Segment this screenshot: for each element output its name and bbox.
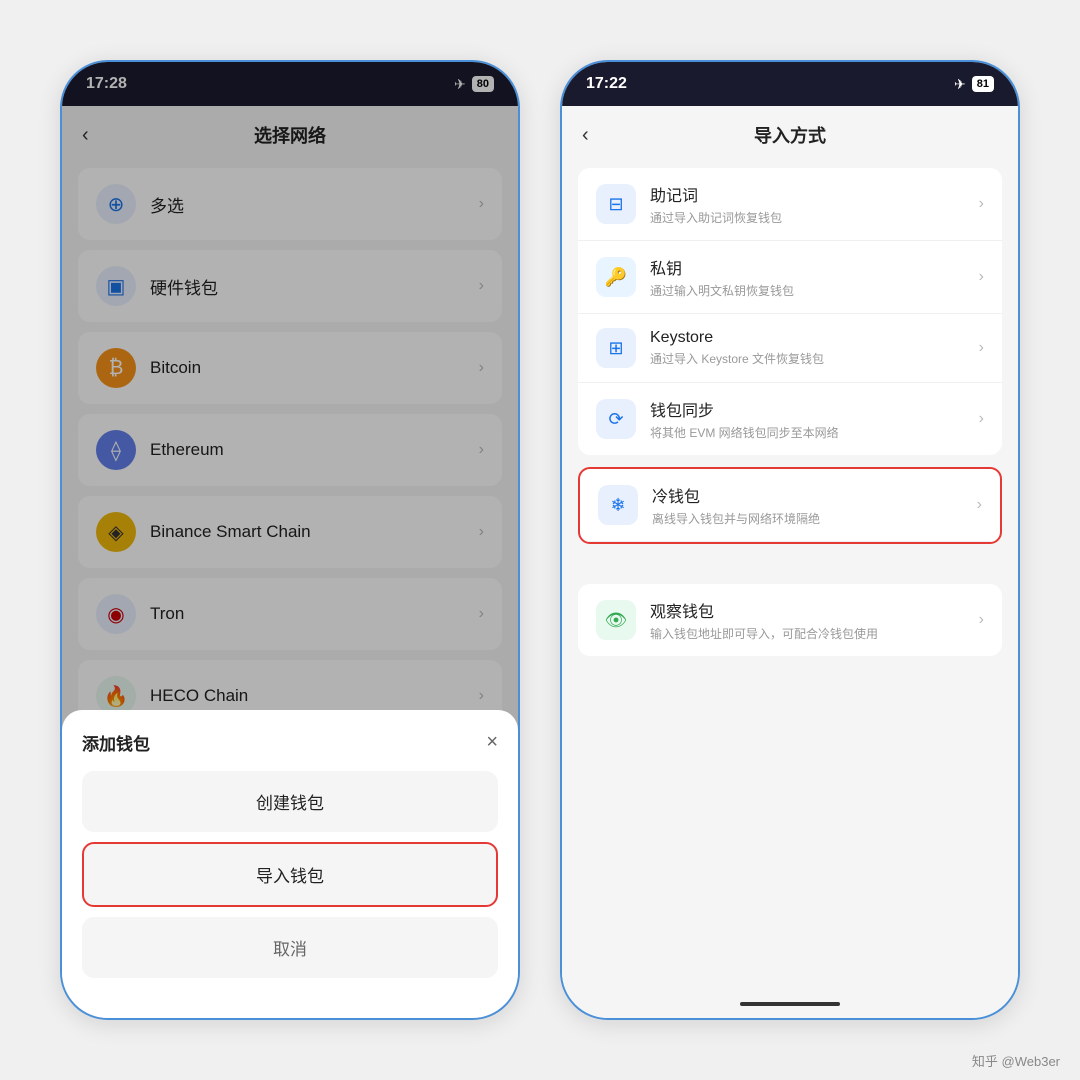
import-item-mnemonic[interactable]: ⊟ 助记词 通过导入助记词恢复钱包 ›: [578, 168, 1002, 241]
create-wallet-button[interactable]: 创建钱包: [82, 771, 498, 832]
import-item-desc-watch: 输入钱包地址即可导入，可配合冷钱包使用: [650, 625, 965, 642]
import-item-title: 钱包同步: [650, 397, 965, 421]
import-item-desc: 通过导入助记词恢复钱包: [650, 209, 965, 226]
import-item-title: 私钥: [650, 255, 965, 279]
sheet-header: 添加钱包 ×: [82, 730, 498, 755]
sheet-buttons: 创建钱包导入钱包→ 取消: [82, 771, 498, 978]
import-icon-watchonly: 👁: [596, 600, 636, 640]
import-item-text-cold: 冷钱包 离线导入钱包并与网络环境隔绝: [652, 483, 963, 527]
import-chevron-icon: ›: [979, 410, 984, 428]
import-item-text: 助记词 通过导入助记词恢复钱包: [650, 182, 965, 226]
import-item-text: Keystore 通过导入 Keystore 文件恢复钱包: [650, 329, 965, 367]
import-item-text: 私钥 通过输入明文私钥恢复钱包: [650, 255, 965, 299]
import-item-keystore[interactable]: ⊞ Keystore 通过导入 Keystore 文件恢复钱包 ›: [578, 314, 1002, 383]
right-page-content: ‹ 导入方式 ⊟ 助记词 通过导入助记词恢复钱包 › 🔑 私钥 通过输入明文私钥…: [562, 106, 1018, 990]
import-icon-privatekey: 🔑: [596, 257, 636, 297]
right-back-button[interactable]: ‹: [582, 124, 589, 147]
import-item-text: 钱包同步 将其他 EVM 网络钱包同步至本网络: [650, 397, 965, 441]
sheet-title: 添加钱包: [82, 730, 150, 755]
cold-wallet-arrow: ↑: [600, 543, 613, 544]
import-watch-chevron-icon: ›: [979, 611, 984, 629]
import-icon-keystore: ⊞: [596, 328, 636, 368]
bottom-sheet: 添加钱包 × 创建钱包导入钱包→ 取消: [62, 710, 518, 1018]
import-cold-chevron-icon: ›: [977, 496, 982, 514]
import-item-title-watch: 观察钱包: [650, 598, 965, 622]
import-item-desc: 将其他 EVM 网络钱包同步至本网络: [650, 424, 965, 441]
right-battery: 81: [972, 76, 994, 92]
import-icon-mnemonic: ⊟: [596, 184, 636, 224]
import-item-privatekey[interactable]: 🔑 私钥 通过输入明文私钥恢复钱包 ›: [578, 241, 1002, 314]
right-status-bar: 17:22 ✈ 81: [562, 62, 1018, 106]
import-icon-walletsync: ⟳: [596, 399, 636, 439]
import-item-desc: 通过输入明文私钥恢复钱包: [650, 282, 965, 299]
import-icon-coldwallet: ❄: [598, 485, 638, 525]
import-chevron-icon: ›: [979, 339, 984, 357]
right-home-indicator: [562, 990, 1018, 1018]
import-item-title-cold: 冷钱包: [652, 483, 963, 507]
sheet-close-button[interactable]: ×: [486, 731, 498, 754]
right-page-header: ‹ 导入方式: [562, 106, 1018, 160]
import-item-text-watch: 观察钱包 输入钱包地址即可导入，可配合冷钱包使用: [650, 598, 965, 642]
left-phone: 17:28 ✈ 80 ‹ 选择网络 ⊕ 多选 › ▣ 硬件钱包 › ₿ Bitc…: [60, 60, 520, 1020]
right-time: 17:22: [586, 75, 627, 93]
import-arrow-annotation: →: [60, 859, 62, 891]
import-item-title: Keystore: [650, 329, 965, 347]
right-status-icons: ✈ 81: [954, 76, 994, 93]
cancel-button[interactable]: 取消: [82, 917, 498, 978]
bottom-sheet-overlay: 添加钱包 × 创建钱包导入钱包→ 取消: [62, 62, 518, 1018]
right-home-bar: [740, 1002, 840, 1006]
import-list: ⊟ 助记词 通过导入助记词恢复钱包 › 🔑 私钥 通过输入明文私钥恢复钱包 › …: [562, 160, 1018, 990]
import-item-watchonly[interactable]: 👁 观察钱包 输入钱包地址即可导入，可配合冷钱包使用 ›: [578, 584, 1002, 656]
import-section-watch: 👁 观察钱包 输入钱包地址即可导入，可配合冷钱包使用 ›: [578, 584, 1002, 656]
right-page-title: 导入方式: [754, 122, 826, 148]
import-wallet-button[interactable]: 导入钱包→: [82, 842, 498, 907]
watermark: 知乎 @Web3er: [972, 1051, 1060, 1070]
import-item-desc-cold: 离线导入钱包并与网络环境隔绝: [652, 510, 963, 527]
import-item-title: 助记词: [650, 182, 965, 206]
right-phone: 17:22 ✈ 81 ‹ 导入方式 ⊟ 助记词 通过导入助记词恢复钱包 › 🔑 …: [560, 60, 1020, 1020]
import-chevron-icon: ›: [979, 195, 984, 213]
right-airplane-icon: ✈: [954, 76, 966, 93]
import-chevron-icon: ›: [979, 268, 984, 286]
import-item-coldwallet[interactable]: ❄ 冷钱包 离线导入钱包并与网络环境隔绝 ›: [580, 469, 1000, 542]
import-section-main: ⊟ 助记词 通过导入助记词恢复钱包 › 🔑 私钥 通过输入明文私钥恢复钱包 › …: [578, 168, 1002, 455]
import-item-desc: 通过导入 Keystore 文件恢复钱包: [650, 350, 965, 367]
import-section-cold: ❄ 冷钱包 离线导入钱包并与网络环境隔绝 › ↑: [578, 467, 1002, 544]
import-item-walletsync[interactable]: ⟳ 钱包同步 将其他 EVM 网络钱包同步至本网络 ›: [578, 383, 1002, 455]
